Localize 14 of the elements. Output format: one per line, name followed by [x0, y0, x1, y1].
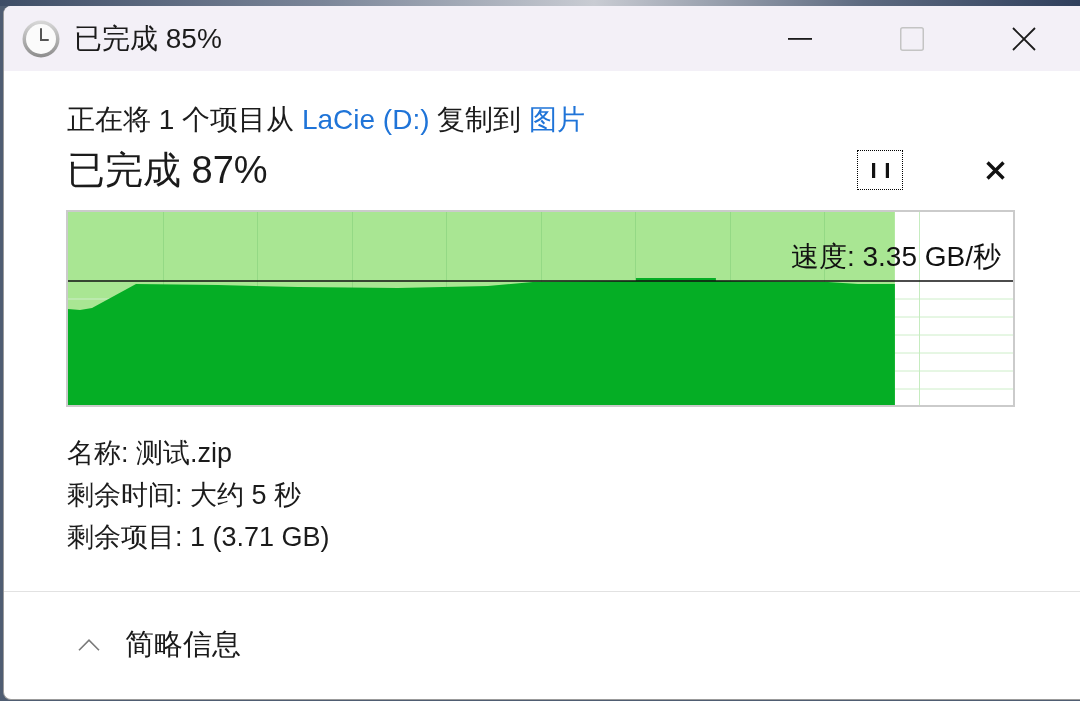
transfer-detail: 名称: 测试.zip	[67, 437, 234, 470]
copy-description: 正在将 1 个项目从 LaCie (D:) 复制到 图片	[67, 104, 587, 136]
progress-percent: 已完成 87%	[67, 148, 268, 193]
window-title: 已完成 85%	[74, 21, 222, 56]
clock-icon	[22, 19, 60, 58]
location-link[interactable]: 图片	[529, 104, 586, 135]
speed-reading: 速度: 3.35 GB/秒	[790, 240, 1001, 274]
close-icon	[985, 160, 1005, 180]
location-link[interactable]: LaCie (D:)	[301, 104, 430, 135]
transfer-detail: 剩余项目: 1 (3.71 GB)	[67, 521, 331, 554]
pause-icon	[871, 162, 889, 178]
pause-button[interactable]	[857, 150, 903, 190]
transfer-detail: 剩余时间: 大约 5 秒	[67, 479, 303, 512]
details-toggle[interactable]: 简略信息	[78, 619, 241, 671]
